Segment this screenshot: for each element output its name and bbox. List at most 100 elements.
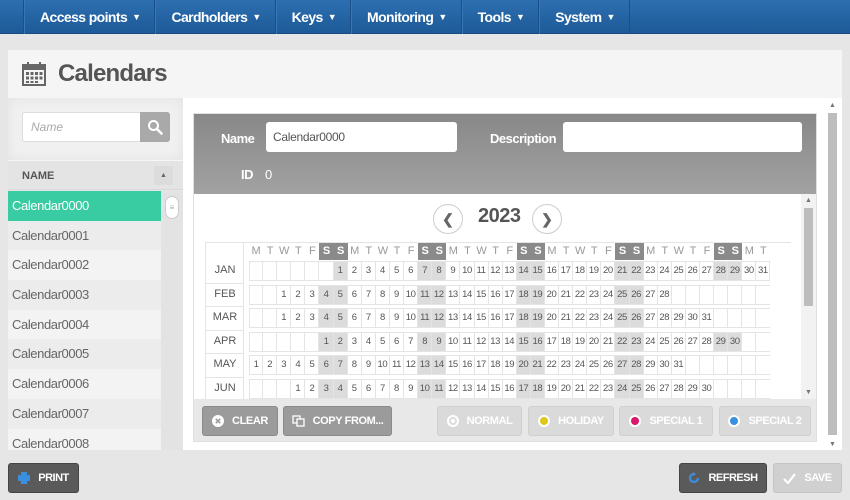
nav-item-access-points[interactable]: Access points ▼ <box>24 0 156 34</box>
day-cell[interactable]: 15 <box>516 332 531 351</box>
day-cell[interactable]: 30 <box>742 262 757 280</box>
search-input[interactable] <box>22 112 140 142</box>
day-cell[interactable]: 14 <box>460 309 475 327</box>
day-cell[interactable]: 25 <box>615 309 630 327</box>
day-cell[interactable]: 16 <box>489 285 503 304</box>
scrollbar-thumb[interactable] <box>828 113 837 435</box>
day-cell[interactable]: 4 <box>319 285 334 304</box>
nav-item-monitoring[interactable]: Monitoring ▼ <box>351 0 462 34</box>
day-cell[interactable]: 24 <box>644 332 658 351</box>
list-column-header[interactable]: NAME ▲ <box>8 160 183 190</box>
day-cell[interactable]: 27 <box>644 309 658 327</box>
day-cell[interactable]: 21 <box>601 332 616 351</box>
day-cell[interactable]: 9 <box>390 309 405 327</box>
day-cell[interactable]: 1 <box>291 379 306 398</box>
day-cell[interactable]: 10 <box>446 332 461 351</box>
day-cell[interactable]: 14 <box>475 379 489 398</box>
day-cell[interactable]: 27 <box>700 262 715 280</box>
day-cell[interactable]: 28 <box>658 309 672 327</box>
day-cell[interactable]: 14 <box>460 285 475 304</box>
next-year-button[interactable]: ❯ <box>532 204 562 234</box>
day-cell[interactable]: 2 <box>348 262 362 280</box>
day-cell[interactable]: 5 <box>305 356 320 374</box>
day-cell[interactable]: 3 <box>362 262 376 280</box>
day-cell[interactable]: 7 <box>376 379 390 398</box>
day-cell[interactable]: 13 <box>503 262 517 280</box>
scrollbar-thumb[interactable] <box>804 208 813 306</box>
day-cell[interactable]: 24 <box>615 379 630 398</box>
day-cell[interactable]: 13 <box>489 332 503 351</box>
day-cell[interactable]: 19 <box>573 332 588 351</box>
day-cell[interactable]: 7 <box>362 309 376 327</box>
day-cell[interactable]: 12 <box>489 262 503 280</box>
day-cell[interactable]: 17 <box>516 379 531 398</box>
day-cell[interactable]: 11 <box>418 285 433 304</box>
day-cell[interactable]: 6 <box>348 309 362 327</box>
day-cell[interactable]: 26 <box>601 356 616 374</box>
refresh-button[interactable]: REFRESH <box>679 463 767 493</box>
page-scrollbar[interactable]: ▲ ▼ <box>826 100 839 450</box>
day-cell[interactable]: 14 <box>516 262 531 280</box>
nav-item-system[interactable]: System ▼ <box>539 0 630 34</box>
day-cell[interactable]: 18 <box>573 262 588 280</box>
day-cell[interactable]: 26 <box>629 309 644 327</box>
day-cell[interactable]: 24 <box>658 262 672 280</box>
day-cell[interactable]: 26 <box>644 379 658 398</box>
day-cell[interactable]: 14 <box>503 332 517 351</box>
list-item[interactable]: Calendar0006 <box>8 369 161 399</box>
day-cell[interactable]: 15 <box>475 285 489 304</box>
day-cell[interactable]: 22 <box>573 309 588 327</box>
day-cell[interactable]: 23 <box>629 332 644 351</box>
day-cell[interactable]: 19 <box>530 285 545 304</box>
day-cell[interactable]: 21 <box>573 379 588 398</box>
day-cell[interactable]: 18 <box>516 285 531 304</box>
day-cell[interactable]: 23 <box>559 356 574 374</box>
copy-from-button[interactable]: COPY FROM... <box>283 406 392 436</box>
day-cell[interactable]: 15 <box>489 379 503 398</box>
day-cell[interactable]: 16 <box>489 309 503 327</box>
day-cell[interactable]: 13 <box>460 379 475 398</box>
day-cell[interactable]: 1 <box>277 285 292 304</box>
list-item[interactable]: Calendar0002 <box>8 250 161 281</box>
print-button[interactable]: PRINT <box>8 463 79 493</box>
day-cell[interactable]: 29 <box>714 332 729 351</box>
day-cell[interactable]: 17 <box>503 285 517 304</box>
clear-button[interactable]: CLEAR <box>202 406 278 436</box>
list-scrollbar[interactable]: ≡ <box>161 191 183 450</box>
day-cell[interactable]: 27 <box>615 356 630 374</box>
day-cell[interactable]: 11 <box>432 379 447 398</box>
day-cell[interactable]: 21 <box>530 356 545 374</box>
day-cell[interactable]: 29 <box>672 309 686 327</box>
day-cell[interactable]: 30 <box>686 309 700 327</box>
day-cell[interactable]: 31 <box>756 262 771 280</box>
scroll-up-icon[interactable]: ▲ <box>829 102 836 109</box>
search-button[interactable] <box>140 112 170 142</box>
save-button[interactable]: SAVE <box>773 463 842 493</box>
day-cell[interactable]: 5 <box>376 332 390 351</box>
day-cell[interactable]: 30 <box>700 379 715 398</box>
day-cell[interactable]: 25 <box>629 379 644 398</box>
day-cell[interactable]: 7 <box>418 262 433 280</box>
day-cell[interactable]: 2 <box>291 285 306 304</box>
day-cell[interactable]: 23 <box>587 309 602 327</box>
day-cell[interactable]: 4 <box>291 356 306 374</box>
day-cell[interactable]: 20 <box>559 379 574 398</box>
sort-ascending-icon[interactable]: ▲ <box>154 166 173 185</box>
day-cell[interactable]: 22 <box>545 356 560 374</box>
day-cell[interactable]: 16 <box>545 262 560 280</box>
day-cell[interactable]: 1 <box>249 356 264 374</box>
day-cell[interactable]: 7 <box>333 356 348 374</box>
day-cell[interactable]: 22 <box>587 379 602 398</box>
day-cell[interactable]: 30 <box>658 356 672 374</box>
day-cell[interactable]: 9 <box>404 379 419 398</box>
day-cell[interactable]: 1 <box>333 262 348 280</box>
list-item[interactable]: Calendar0003 <box>8 280 161 310</box>
scroll-up-icon[interactable]: ▲ <box>805 197 812 204</box>
nav-item-tools[interactable]: Tools ▼ <box>461 0 540 34</box>
list-item[interactable]: Calendar0001 <box>8 220 161 251</box>
day-cell[interactable]: 29 <box>686 379 700 398</box>
day-cell[interactable]: 20 <box>587 332 602 351</box>
day-cell[interactable]: 12 <box>432 309 447 327</box>
day-cell[interactable]: 21 <box>615 262 630 280</box>
day-cell[interactable]: 7 <box>404 332 419 351</box>
